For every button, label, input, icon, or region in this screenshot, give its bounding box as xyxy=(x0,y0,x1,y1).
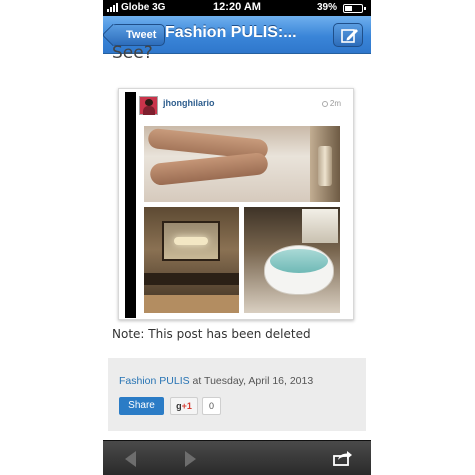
instagram-photo-collage[interactable] xyxy=(136,120,345,318)
instagram-embed[interactable]: jhonghilario 2m xyxy=(118,88,354,320)
compose-button[interactable] xyxy=(333,23,363,47)
battery-icon xyxy=(343,4,366,13)
google-plus-count: 0 xyxy=(202,397,221,415)
post-footer: Fashion PULIS at Tuesday, April 16, 2013… xyxy=(108,358,366,431)
status-bar: Globe 3G 12:20 AM 39% xyxy=(103,0,371,16)
page-title: Fashion PULIS:... xyxy=(165,24,297,41)
web-content[interactable]: See? jhonghilario 2m Note: This post has… xyxy=(103,43,371,440)
avatar[interactable] xyxy=(139,96,158,115)
photo-feet-in-tub xyxy=(144,126,340,202)
back-arrow-icon[interactable] xyxy=(125,451,136,467)
share-icon[interactable] xyxy=(333,450,353,466)
clock-icon xyxy=(321,101,328,107)
instagram-header: jhonghilario 2m xyxy=(136,92,345,120)
instagram-username[interactable]: jhonghilario xyxy=(163,98,215,108)
phone-screen: Globe 3G 12:20 AM 39% Tweet Fashion PULI… xyxy=(103,0,371,475)
post-date-link[interactable]: Tuesday, April 16, 2013 xyxy=(204,375,313,387)
photo-bathroom-vanity xyxy=(144,207,239,313)
post-text-partial: See? xyxy=(112,43,153,63)
forward-arrow-icon[interactable] xyxy=(185,451,196,467)
post-byline: Fashion PULIS at Tuesday, April 16, 2013 xyxy=(119,375,313,387)
byline-at: at xyxy=(192,375,202,387)
back-button-label: Tweet xyxy=(126,29,157,41)
photo-bathtub xyxy=(244,207,340,313)
compose-icon xyxy=(341,29,358,43)
deleted-note: Note: This post has been deleted xyxy=(112,327,311,341)
browser-toolbar xyxy=(103,440,371,475)
instagram-frame: jhonghilario 2m xyxy=(125,92,345,318)
author-link[interactable]: Fashion PULIS xyxy=(119,375,190,387)
instagram-timestamp: 2m xyxy=(321,99,341,108)
battery-percent: 39% xyxy=(316,2,337,13)
share-button[interactable]: Share xyxy=(119,397,164,415)
google-plus-one-button[interactable]: g+1 xyxy=(170,397,198,415)
